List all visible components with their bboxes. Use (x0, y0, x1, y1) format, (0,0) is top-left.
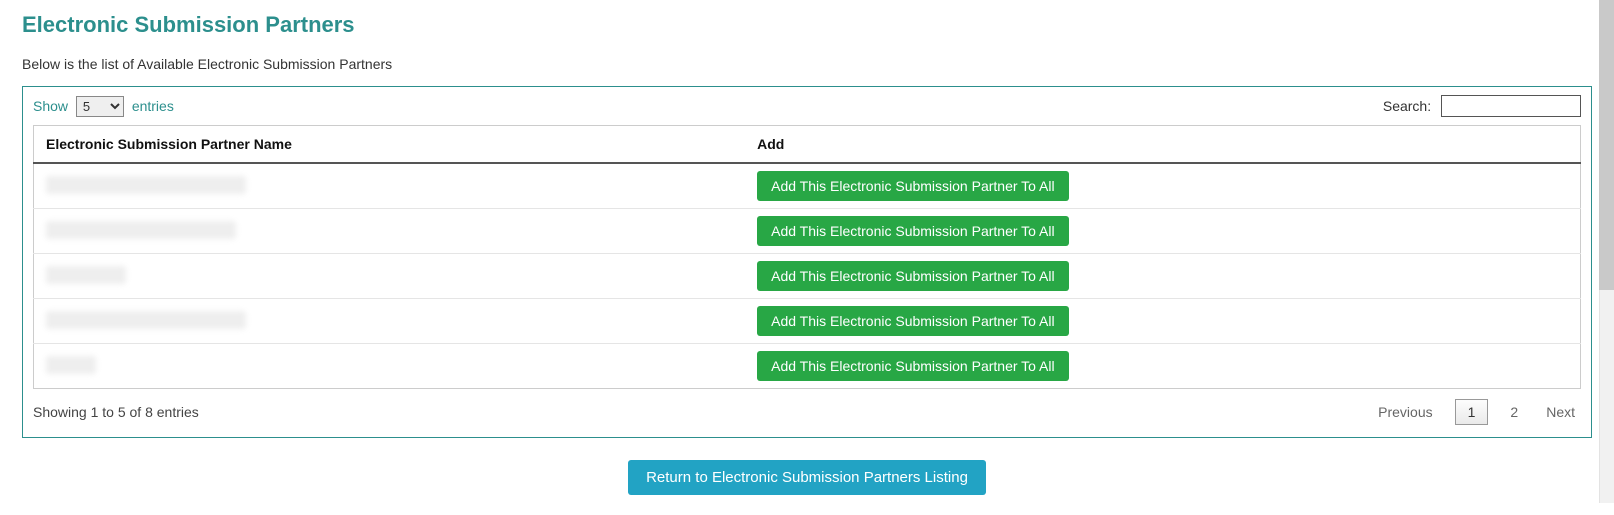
redacted-text (46, 176, 246, 194)
paginate-previous[interactable]: Previous (1372, 400, 1438, 424)
redacted-text (46, 266, 126, 284)
pagination: Previous 12 Next (1372, 399, 1581, 425)
length-control: Show 5102550100 entries (33, 96, 174, 117)
search-input[interactable] (1441, 95, 1581, 117)
intro-text: Below is the list of Available Electroni… (22, 56, 1592, 72)
table-row: Add This Electronic Submission Partner T… (34, 344, 1581, 389)
length-suffix: entries (132, 98, 174, 114)
add-cell: Add This Electronic Submission Partner T… (745, 163, 1580, 209)
partner-name-cell (34, 209, 746, 254)
paginate-next[interactable]: Next (1540, 400, 1581, 424)
redacted-text (46, 311, 246, 329)
redacted-text (46, 221, 236, 239)
partner-name-cell (34, 254, 746, 299)
search-label: Search: (1383, 98, 1431, 114)
col-add[interactable]: Add (745, 126, 1580, 164)
scrollbar-thumb[interactable] (1599, 0, 1614, 290)
add-to-all-button[interactable]: Add This Electronic Submission Partner T… (757, 351, 1069, 381)
partners-table: Electronic Submission Partner Name Add A… (33, 125, 1581, 389)
add-cell: Add This Electronic Submission Partner T… (745, 299, 1580, 344)
col-name[interactable]: Electronic Submission Partner Name (34, 126, 746, 164)
length-select[interactable]: 5102550100 (76, 96, 124, 117)
add-to-all-button[interactable]: Add This Electronic Submission Partner T… (757, 261, 1069, 291)
add-to-all-button[interactable]: Add This Electronic Submission Partner T… (757, 171, 1069, 201)
table-row: Add This Electronic Submission Partner T… (34, 254, 1581, 299)
datatable-panel: Show 5102550100 entries Search: Electron… (22, 86, 1592, 438)
add-cell: Add This Electronic Submission Partner T… (745, 344, 1580, 389)
table-info: Showing 1 to 5 of 8 entries (33, 404, 199, 420)
length-prefix: Show (33, 98, 68, 114)
table-row: Add This Electronic Submission Partner T… (34, 209, 1581, 254)
table-row: Add This Electronic Submission Partner T… (34, 163, 1581, 209)
add-to-all-button[interactable]: Add This Electronic Submission Partner T… (757, 216, 1069, 246)
partner-name-cell (34, 299, 746, 344)
add-cell: Add This Electronic Submission Partner T… (745, 209, 1580, 254)
redacted-text (46, 356, 96, 374)
return-button[interactable]: Return to Electronic Submission Partners… (628, 460, 986, 495)
paginate-page-1[interactable]: 1 (1455, 399, 1489, 425)
add-to-all-button[interactable]: Add This Electronic Submission Partner T… (757, 306, 1069, 336)
page-title: Electronic Submission Partners (22, 12, 1592, 38)
table-row: Add This Electronic Submission Partner T… (34, 299, 1581, 344)
partner-name-cell (34, 344, 746, 389)
partner-name-cell (34, 163, 746, 209)
paginate-page-2[interactable]: 2 (1504, 400, 1524, 424)
search-control: Search: (1383, 95, 1581, 117)
add-cell: Add This Electronic Submission Partner T… (745, 254, 1580, 299)
